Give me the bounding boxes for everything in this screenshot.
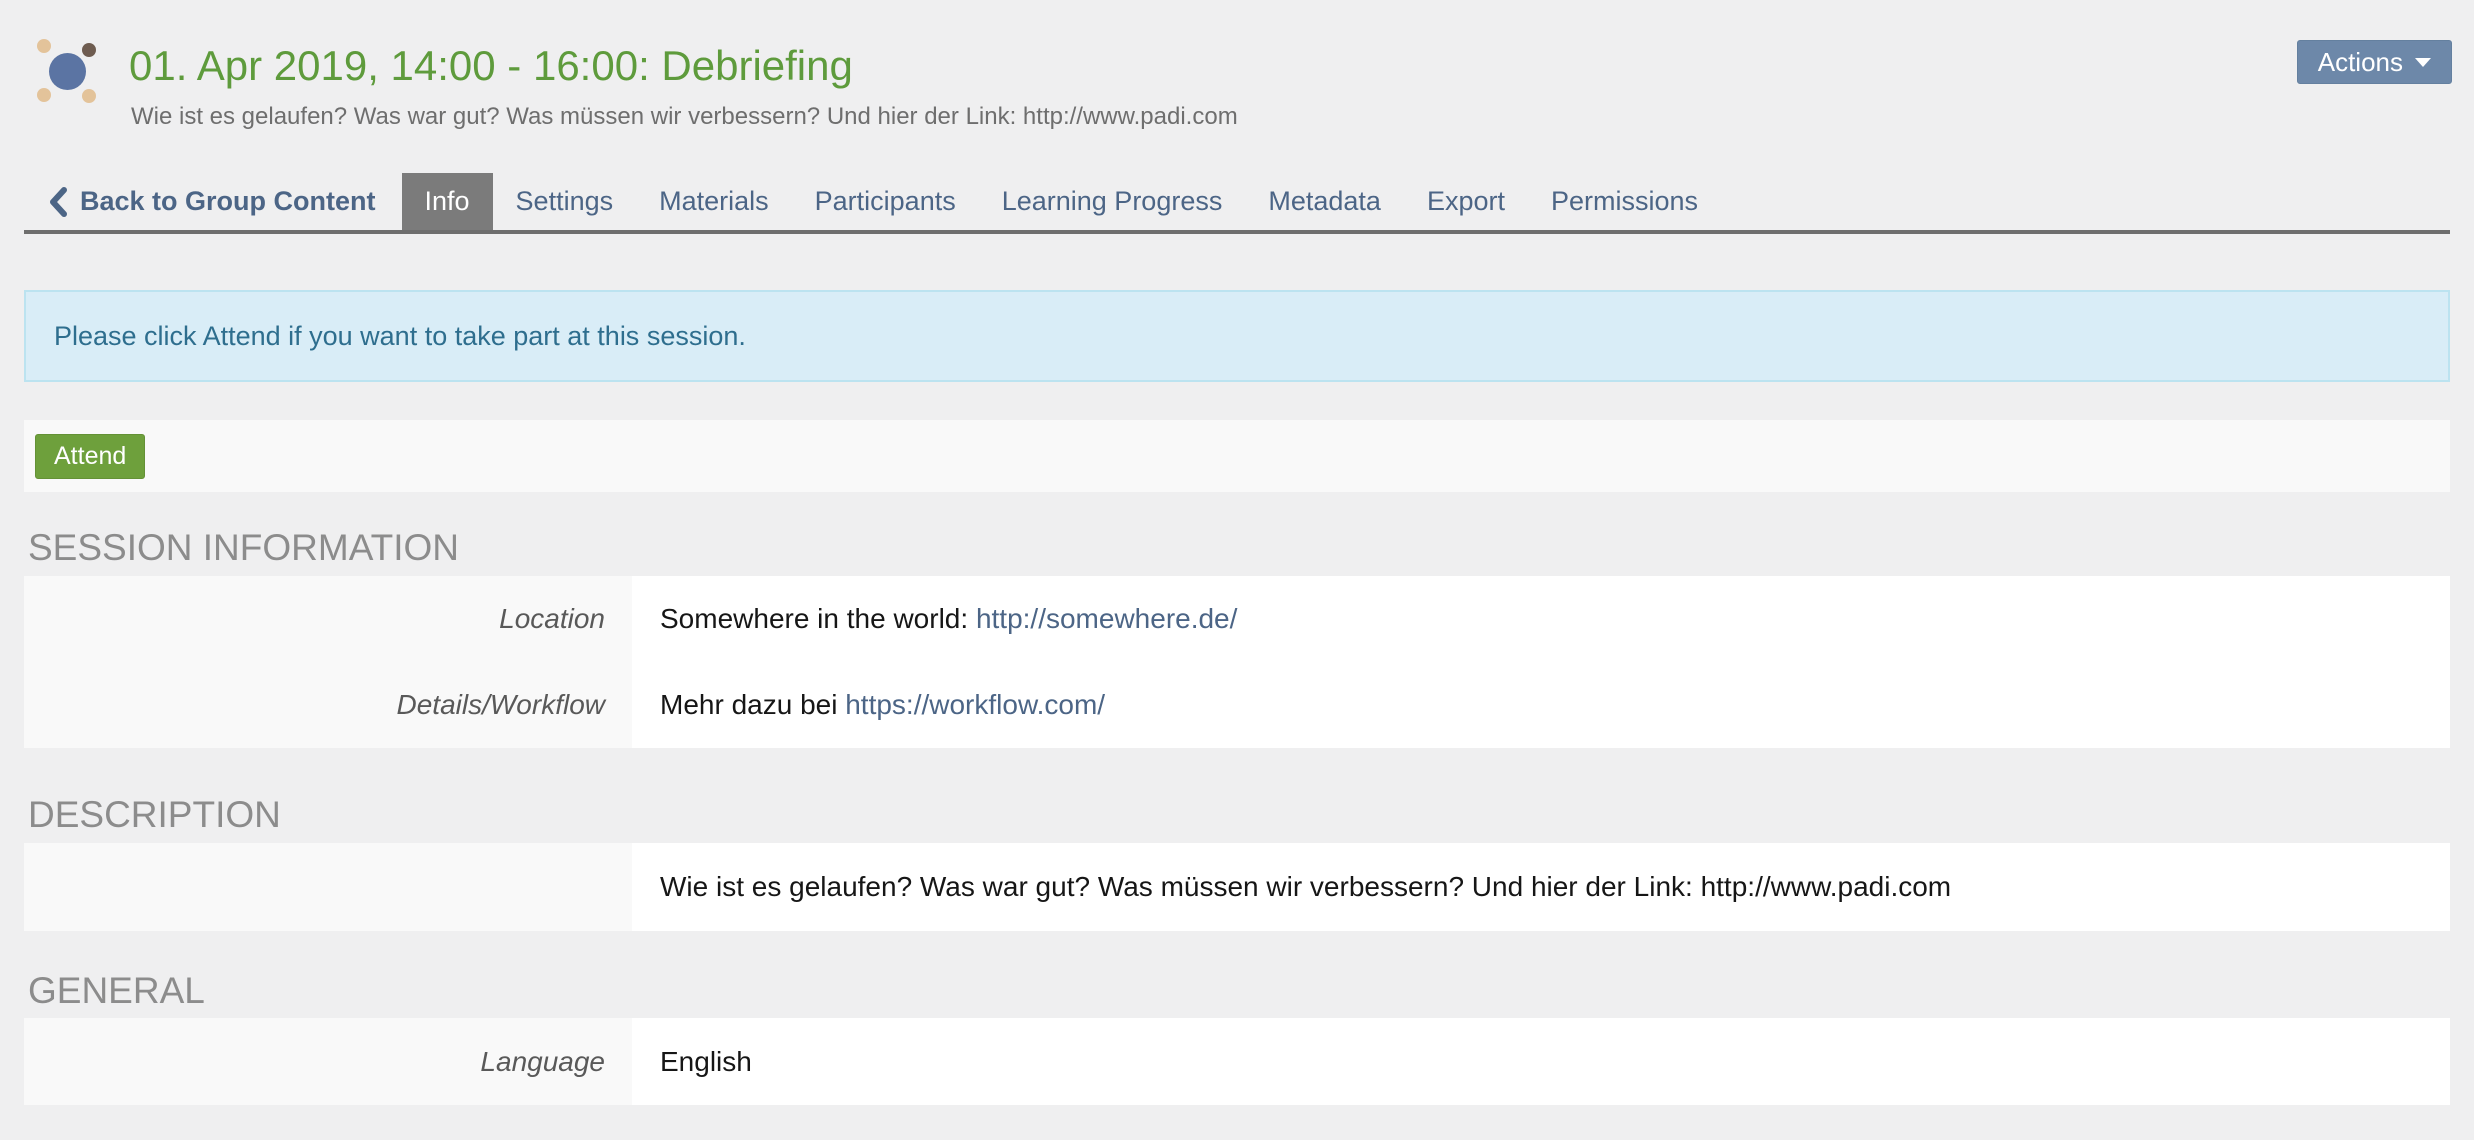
tabbar-underline xyxy=(24,230,2450,234)
tab-settings[interactable]: Settings xyxy=(493,173,637,230)
session-information-form: Location Somewhere in the world: http://… xyxy=(24,576,2450,748)
tab-metadata[interactable]: Metadata xyxy=(1245,173,1404,230)
icon-dot xyxy=(82,89,96,103)
details-text: Mehr dazu bei xyxy=(660,689,837,721)
info-message-box: Please click Attend if you want to take … xyxy=(24,290,2450,382)
actions-dropdown-button[interactable]: Actions xyxy=(2297,40,2452,84)
form-row-location: Location Somewhere in the world: http://… xyxy=(24,576,2450,662)
form-row-description: Wie ist es gelaufen? Was war gut? Was mü… xyxy=(24,843,2450,931)
language-value: English xyxy=(660,1046,752,1078)
tab-participants[interactable]: Participants xyxy=(792,173,979,230)
form-label: Language xyxy=(24,1018,632,1105)
icon-dot xyxy=(82,43,96,57)
icon-dot xyxy=(37,39,51,53)
description-form: Wie ist es gelaufen? Was war gut? Was mü… xyxy=(24,843,2450,931)
page-subtitle: Wie ist es gelaufen? Was war gut? Was mü… xyxy=(131,102,1238,132)
location-link[interactable]: http://somewhere.de/ xyxy=(976,603,1237,635)
form-label xyxy=(24,843,632,931)
tab-bar: Back to Group Content Info Settings Mate… xyxy=(24,173,2450,230)
attend-button[interactable]: Attend xyxy=(35,434,145,479)
section-heading-description: DESCRIPTION xyxy=(28,794,281,836)
tab-info[interactable]: Info xyxy=(402,173,493,230)
workflow-link[interactable]: https://workflow.com/ xyxy=(845,689,1105,721)
form-value: Mehr dazu bei https://workflow.com/ xyxy=(632,662,1105,748)
chevron-left-icon xyxy=(48,187,68,217)
tab-learning-progress[interactable]: Learning Progress xyxy=(979,173,1246,230)
back-link-label: Back to Group Content xyxy=(80,186,376,217)
page-title: 01. Apr 2019, 14:00 - 16:00: Debriefing xyxy=(129,40,853,92)
toolbar: Attend xyxy=(24,420,2450,492)
back-to-group-content-link[interactable]: Back to Group Content xyxy=(24,173,402,230)
location-text: Somewhere in the world: xyxy=(660,603,968,635)
form-value: Somewhere in the world: http://somewhere… xyxy=(632,576,1237,662)
info-message-text: Please click Attend if you want to take … xyxy=(54,321,746,352)
form-value: English xyxy=(632,1018,752,1105)
form-value: Wie ist es gelaufen? Was war gut? Was mü… xyxy=(632,843,1951,931)
section-heading-general: GENERAL xyxy=(28,970,205,1012)
icon-dot xyxy=(49,53,86,90)
tab-export[interactable]: Export xyxy=(1404,173,1528,230)
tab-permissions[interactable]: Permissions xyxy=(1528,173,1721,230)
icon-dot xyxy=(37,88,51,102)
session-type-icon xyxy=(36,36,108,106)
actions-button-label: Actions xyxy=(2318,47,2403,78)
description-text: Wie ist es gelaufen? Was war gut? Was mü… xyxy=(660,871,1951,903)
form-label: Location xyxy=(24,576,632,662)
chevron-down-icon xyxy=(2415,58,2431,67)
form-row-details-workflow: Details/Workflow Mehr dazu bei https://w… xyxy=(24,662,2450,748)
section-heading-session-information: SESSION INFORMATION xyxy=(28,527,459,569)
form-row-language: Language English xyxy=(24,1018,2450,1105)
form-label: Details/Workflow xyxy=(24,662,632,748)
general-form: Language English xyxy=(24,1018,2450,1105)
tab-materials[interactable]: Materials xyxy=(636,173,792,230)
